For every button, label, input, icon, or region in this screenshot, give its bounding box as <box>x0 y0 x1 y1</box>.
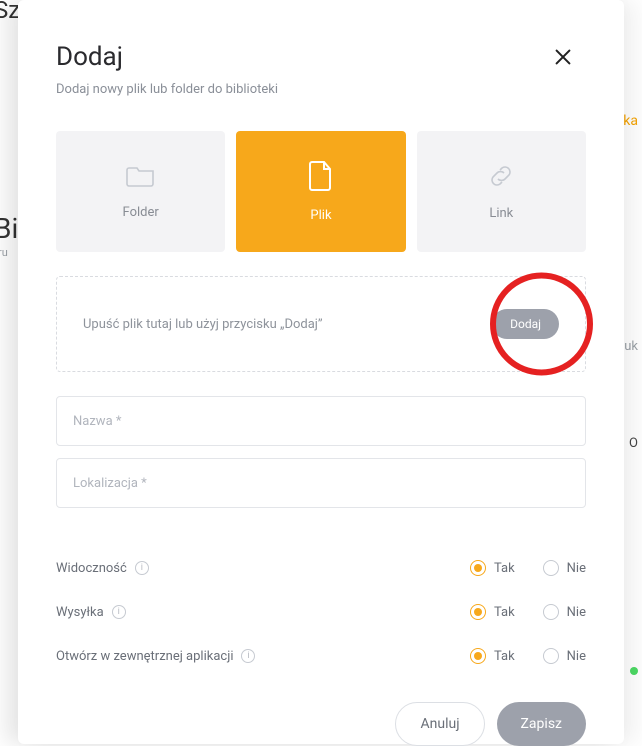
radio-label: Tak <box>494 561 515 576</box>
radio-label: Tak <box>494 649 515 664</box>
tile-link[interactable]: Link <box>417 131 586 252</box>
bg-text: ru <box>0 246 8 259</box>
drop-hint: Upuść plik tutaj lub użyj przycisku „Dod… <box>83 317 323 332</box>
option-shipping: Wysyłka i Tak Nie <box>56 590 586 634</box>
modal-footer: Anuluj Zapisz <box>56 702 586 746</box>
link-icon <box>487 162 515 190</box>
add-file-button[interactable]: Dodaj <box>492 309 559 339</box>
info-icon[interactable]: i <box>112 605 126 619</box>
radio-visibility-no[interactable]: Nie <box>543 560 586 576</box>
file-icon <box>308 160 334 192</box>
options-group: Widoczność i Tak Nie Wysyłka i Tak Nie O… <box>56 546 586 678</box>
radio-icon <box>470 560 486 576</box>
radio-icon <box>543 648 559 664</box>
file-drop-zone[interactable]: Upuść plik tutaj lub użyj przycisku „Dod… <box>56 276 586 372</box>
name-input[interactable] <box>56 396 586 446</box>
radio-icon <box>543 560 559 576</box>
tile-file[interactable]: Plik <box>236 131 405 252</box>
radio-external-yes[interactable]: Tak <box>470 648 515 664</box>
status-dot-icon <box>630 667 638 675</box>
radio-label: Tak <box>494 605 515 620</box>
type-tiles: Folder Plik Link <box>56 131 586 252</box>
tile-label: Plik <box>310 208 331 223</box>
location-input[interactable] <box>56 458 586 508</box>
option-label: Otwórz w zewnętrznej aplikacji <box>56 649 233 664</box>
tile-label: Link <box>489 206 513 221</box>
radio-label: Nie <box>567 649 586 664</box>
tile-folder[interactable]: Folder <box>56 131 225 252</box>
radio-visibility-yes[interactable]: Tak <box>470 560 515 576</box>
info-icon[interactable]: i <box>135 561 149 575</box>
save-button[interactable]: Zapisz <box>497 702 586 746</box>
close-icon <box>552 46 574 68</box>
option-label: Wysyłka <box>56 605 104 620</box>
modal-subtitle: Dodaj nowy plik lub folder do biblioteki <box>56 82 586 97</box>
radio-shipping-yes[interactable]: Tak <box>470 604 515 620</box>
add-modal: Dodaj Dodaj nowy plik lub folder do bibl… <box>18 0 624 744</box>
option-external: Otwórz w zewnętrznej aplikacji i Tak Nie <box>56 634 586 678</box>
bg-text: O <box>629 436 638 451</box>
folder-icon <box>126 163 156 189</box>
cancel-button[interactable]: Anuluj <box>395 702 484 746</box>
close-button[interactable] <box>552 46 574 72</box>
radio-shipping-no[interactable]: Nie <box>543 604 586 620</box>
modal-title: Dodaj <box>56 42 586 72</box>
option-visibility: Widoczność i Tak Nie <box>56 546 586 590</box>
info-icon[interactable]: i <box>241 649 255 663</box>
bg-text: Bi <box>0 212 18 245</box>
radio-icon <box>470 604 486 620</box>
radio-icon <box>470 648 486 664</box>
bg-text: ka <box>623 113 638 129</box>
radio-label: Nie <box>567 605 586 620</box>
option-label: Widoczność <box>56 561 127 576</box>
tile-label: Folder <box>123 205 159 220</box>
radio-external-no[interactable]: Nie <box>543 648 586 664</box>
radio-icon <box>543 604 559 620</box>
radio-label: Nie <box>567 561 586 576</box>
